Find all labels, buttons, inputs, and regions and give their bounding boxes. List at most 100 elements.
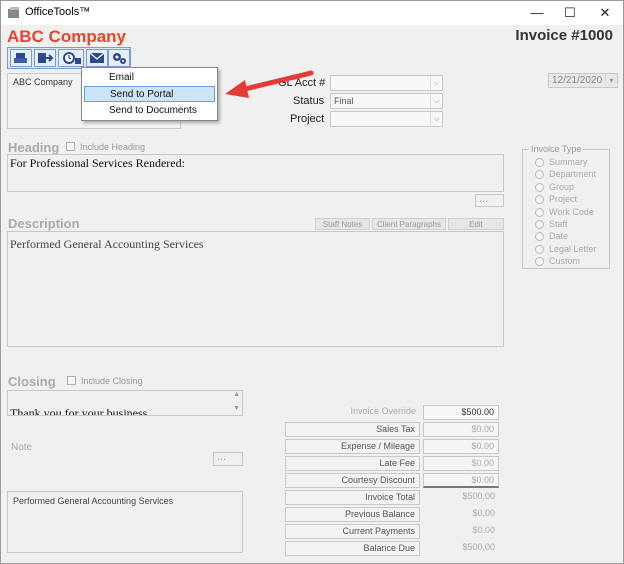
heading-textarea[interactable]: For Professional Services Rendered: xyxy=(7,154,504,192)
maximize-button[interactable]: ☐ xyxy=(554,3,586,23)
chevron-down-icon: ⌵ xyxy=(430,76,442,90)
include-closing-label: Include Closing xyxy=(81,376,143,386)
include-heading-label: Include Heading xyxy=(80,142,146,152)
invoice-type-option-label: Department xyxy=(549,169,597,180)
summary-label: Late Fee xyxy=(285,456,420,471)
menu-item-send-to-documents[interactable]: Send to Documents xyxy=(84,103,215,119)
summary-label: Balance Due xyxy=(285,541,420,556)
summary-value[interactable]: $500.00 xyxy=(423,405,499,420)
invoice-number: Invoice #1000 xyxy=(515,27,613,44)
description-title: Description xyxy=(8,216,80,231)
title-bar: OfficeTools™ — ☐ ✕ xyxy=(1,1,623,25)
invoice-type-option-label: Custom xyxy=(549,256,581,267)
closing-text: Thank you for your business. xyxy=(10,406,151,416)
scroll-down-icon[interactable]: ▼ xyxy=(233,405,240,412)
invoice-type-radio[interactable] xyxy=(535,257,544,267)
summary-value: $500.00 xyxy=(462,542,495,552)
note-textarea[interactable]: Performed General Accounting Services xyxy=(7,491,243,553)
more-label: ... xyxy=(217,451,227,463)
printer-icon xyxy=(14,53,27,63)
send-menu: Email Send to Portal Send to Documents xyxy=(81,67,218,121)
closing-textarea[interactable]: Thank you for your business. ▲ ▼ xyxy=(7,390,243,416)
heading-more-button[interactable]: ... xyxy=(475,193,504,207)
client-name: ABC Company xyxy=(13,77,73,87)
export-icon xyxy=(38,53,54,63)
heading-text: For Professional Services Rendered: xyxy=(10,156,185,170)
close-button[interactable]: ✕ xyxy=(589,3,621,23)
invoice-type-option-label: Legal Letter xyxy=(549,243,597,254)
status-select[interactable]: Final ⌵ xyxy=(330,93,443,109)
summary-value[interactable]: $0.00 xyxy=(423,439,499,454)
invoice-type-group: Invoice Type Summary Department Group Proje… xyxy=(522,144,610,269)
invoice-type-radio[interactable] xyxy=(535,182,544,192)
summary-value[interactable]: $0.00 xyxy=(423,456,499,471)
invoice-type-radio[interactable] xyxy=(535,232,544,242)
closing-title: Closing xyxy=(8,374,56,389)
summary-label: Previous Balance xyxy=(285,507,420,522)
summary-value[interactable]: $0.00 xyxy=(423,473,499,488)
invoice-type-radio[interactable] xyxy=(535,244,544,254)
invoice-type-option-label: Project xyxy=(549,194,578,205)
summary-label: Sales Tax xyxy=(285,422,420,437)
invoice-window: OfficeTools™ — ☐ ✕ ABC Company Invoice #… xyxy=(0,0,624,564)
scroll-up-icon[interactable]: ▲ xyxy=(233,391,240,398)
menu-item-email[interactable]: Email xyxy=(84,70,215,86)
summary-value[interactable]: $0.00 xyxy=(423,422,499,437)
client-paragraphs-button[interactable]: Client Paragraphs xyxy=(372,218,446,230)
gl-acct-select[interactable]: ⌵ xyxy=(330,75,443,91)
invoice-type-title: Invoice Type xyxy=(529,144,584,154)
print-button[interactable] xyxy=(10,49,32,67)
invoice-type-radio[interactable] xyxy=(535,207,544,217)
invoice-type-option-label: Staff xyxy=(549,219,568,229)
invoice-type-option-label: Group xyxy=(549,181,575,192)
minimize-button[interactable]: — xyxy=(521,3,553,23)
summary-value: $0.00 xyxy=(472,525,495,535)
note-more-button[interactable]: ... xyxy=(213,451,243,466)
include-closing-checkbox[interactable] xyxy=(67,376,76,385)
invoice-type-radio[interactable] xyxy=(535,170,544,180)
settings-button[interactable] xyxy=(108,49,130,67)
project-select[interactable]: ⌵ xyxy=(330,111,443,127)
date-picker[interactable]: 12/21/2020 ▾ xyxy=(548,73,618,88)
heading-title: Heading xyxy=(8,140,60,155)
invoice-type-radio[interactable] xyxy=(535,195,544,205)
description-text: Performed General Accounting Services xyxy=(10,237,204,251)
envelope-icon xyxy=(89,52,105,63)
summary-value: $500.00 xyxy=(462,491,495,501)
summary-label: Current Payments xyxy=(285,524,420,539)
arrow-annotation-icon xyxy=(225,70,314,98)
description-textarea[interactable]: Performed General Accounting Services xyxy=(7,231,504,347)
menu-item-send-to-portal[interactable]: Send to Portal xyxy=(84,86,215,102)
summary-label: Courtesy Discount xyxy=(285,473,420,488)
gears-icon xyxy=(113,53,126,64)
schedule-button[interactable] xyxy=(58,49,84,67)
app-icon xyxy=(8,7,19,18)
note-title: Note xyxy=(11,442,33,453)
more-label: ... xyxy=(479,193,489,205)
email-button[interactable] xyxy=(86,49,108,67)
toolbar xyxy=(7,47,131,69)
summary-label: Invoice Total xyxy=(285,490,420,505)
status-value: Final xyxy=(334,96,354,106)
invoice-type-option-label: Date xyxy=(549,231,569,242)
chevron-down-icon: ⌵ xyxy=(430,112,442,126)
chevron-down-icon: ▾ xyxy=(605,74,617,87)
summary-label: Invoice Override xyxy=(350,406,416,416)
invoice-type-option-label: Work Code xyxy=(549,206,594,217)
edit-button[interactable]: Edit xyxy=(448,218,504,230)
chevron-down-icon: ⌵ xyxy=(430,94,442,108)
window-title: OfficeTools™ xyxy=(25,6,91,18)
date-value: 12/21/2020 xyxy=(552,75,603,86)
clock-icon xyxy=(63,52,81,64)
invoice-type-option-label: Summary xyxy=(549,157,588,167)
invoice-type-radio[interactable] xyxy=(535,220,544,229)
staff-notes-button[interactable]: Staff Notes xyxy=(315,218,370,230)
invoice-type-radio[interactable] xyxy=(535,158,544,167)
summary-label: Expense / Mileage xyxy=(285,439,420,454)
summary-value: $0.00 xyxy=(472,508,495,518)
include-heading-checkbox[interactable] xyxy=(66,142,75,151)
note-text: Performed General Accounting Services xyxy=(13,496,174,506)
company-name: ABC Company xyxy=(7,27,127,46)
export-button[interactable] xyxy=(34,49,56,67)
project-label: Project xyxy=(290,113,325,125)
